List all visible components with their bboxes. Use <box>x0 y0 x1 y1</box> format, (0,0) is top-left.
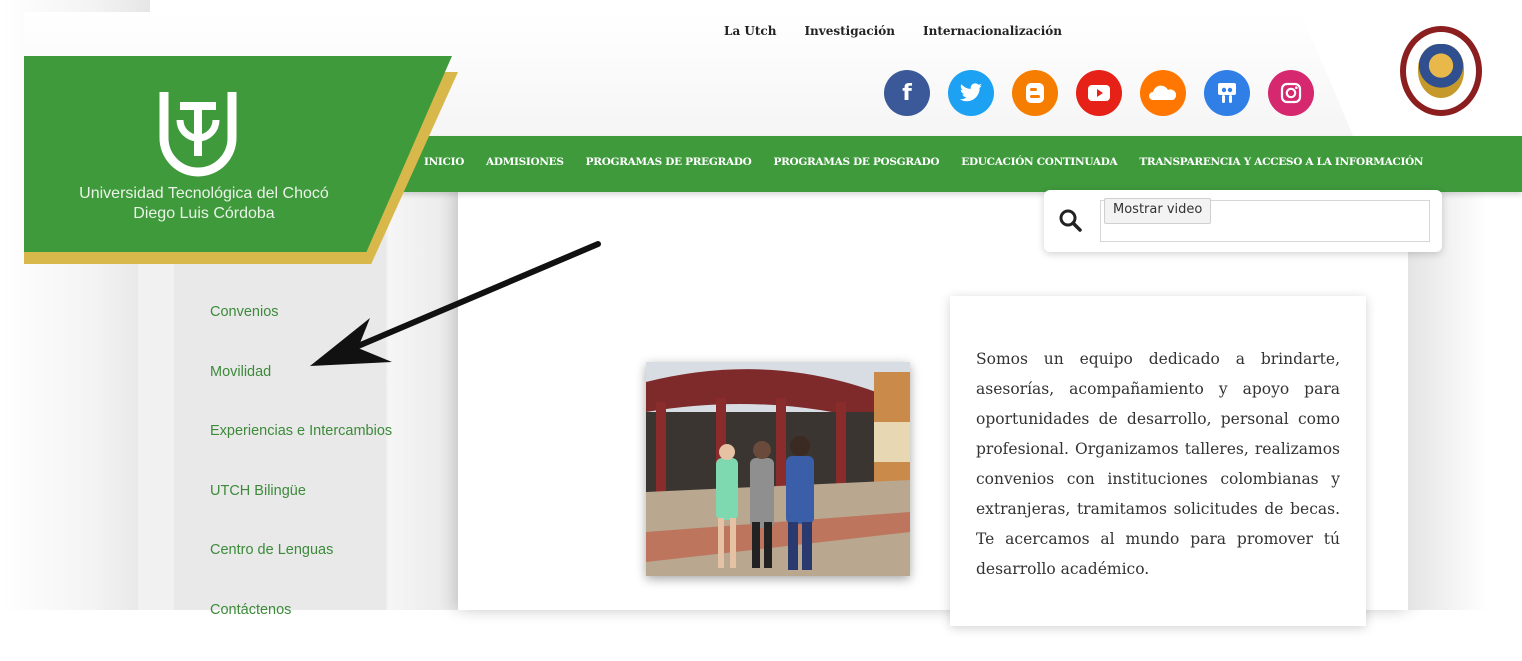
soundcloud-icon[interactable] <box>1140 70 1186 116</box>
slideshare-icon[interactable] <box>1204 70 1250 116</box>
youtube-icon[interactable] <box>1076 70 1122 116</box>
university-name: Universidad Tecnológica del Chocó Diego … <box>36 184 372 224</box>
university-name-line2: Diego Luis Córdoba <box>36 204 372 224</box>
show-video-tooltip: Mostrar video <box>1104 198 1211 224</box>
top-link-internacionalizacion[interactable]: Internacionalización <box>923 24 1062 38</box>
blogger-icon[interactable] <box>1012 70 1058 116</box>
nav-item-transparencia[interactable]: TRANSPARENCIA Y ACCESO A LA INFORMACIÓN <box>1139 156 1423 168</box>
group-photo <box>646 362 910 576</box>
top-link-la-utch[interactable]: La Utch <box>724 24 776 38</box>
sidebar-item-experiencias[interactable]: Experiencias e Intercambios <box>210 423 392 483</box>
nav-item-admisiones[interactable]: ADMISIONES <box>486 156 564 168</box>
nav-item-posgrado[interactable]: PROGRAMAS DE POSGRADO <box>773 156 939 168</box>
twitter-icon[interactable] <box>948 70 994 116</box>
sidebar-item-centro-lenguas[interactable]: Centro de Lenguas <box>210 542 392 602</box>
colombia-seal-icon[interactable] <box>1400 26 1482 116</box>
page-right-margin <box>1408 190 1522 610</box>
nav-item-inicio[interactable]: INICIO <box>424 156 464 168</box>
nav-item-educacion-continuada[interactable]: EDUCACIÓN CONTINUADA <box>961 156 1117 168</box>
nav-item-pregrado[interactable]: PROGRAMAS DE PREGRADO <box>586 156 752 168</box>
facebook-icon[interactable]: f <box>884 70 930 116</box>
social-icons: f <box>884 70 1314 116</box>
top-links: La Utch Investigación Internacionalizaci… <box>724 24 1062 38</box>
top-link-investigacion[interactable]: Investigación <box>804 24 895 38</box>
description-text: Somos un equipo dedicado a brindarte, as… <box>976 344 1340 584</box>
utch-logo-icon <box>150 86 246 178</box>
sidebar-item-contactenos[interactable]: Contáctenos <box>210 602 392 661</box>
annotation-arrow-icon <box>300 236 610 376</box>
instagram-icon[interactable] <box>1268 70 1314 116</box>
university-name-line1: Universidad Tecnológica del Chocó <box>36 184 372 204</box>
search-icon[interactable] <box>1058 208 1084 234</box>
sidebar-item-utch-bilingue[interactable]: UTCH Bilingüe <box>210 483 392 543</box>
main-nav: INICIO ADMISIONES PROGRAMAS DE PREGRADO … <box>424 156 1423 168</box>
